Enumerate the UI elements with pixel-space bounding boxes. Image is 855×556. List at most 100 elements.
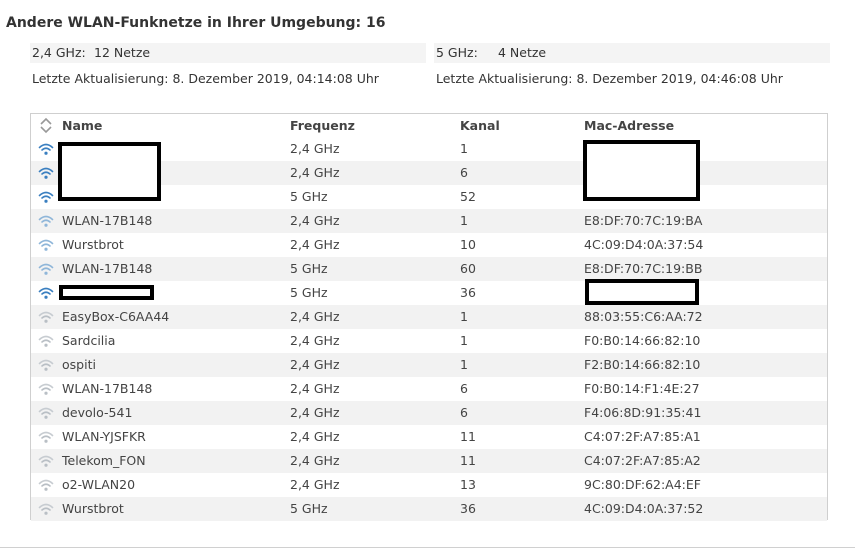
wifi-signal-icon <box>38 335 54 347</box>
redaction-box <box>58 142 161 201</box>
cell-name: WLAN-YJSFKR <box>62 429 146 444</box>
networks-table: Name Frequenz Kanal Mac-Adresse 2,4 GHz 1… <box>30 113 828 521</box>
wifi-signal-icon <box>38 287 54 299</box>
cell-frequency: 2,4 GHz <box>290 141 340 156</box>
table-row[interactable]: WLAN-YJSFKR 2,4 GHz 11 C4:07:2F:A7:85:A1 <box>31 425 827 449</box>
cell-mac: C4:07:2F:A7:85:A1 <box>584 429 701 444</box>
cell-channel: 11 <box>460 429 476 444</box>
band-24-label: 2,4 GHz: <box>32 45 86 60</box>
band-5-updated: Letzte Aktualisierung: 8. Dezember 2019,… <box>436 71 783 86</box>
cell-mac: F4:06:8D:91:35:41 <box>584 405 702 420</box>
cell-channel: 10 <box>460 237 476 252</box>
cell-name: WLAN-17B148 <box>62 213 153 228</box>
cell-mac: F2:B0:14:66:82:10 <box>584 357 701 372</box>
table-row[interactable]: Wurstbrot 2,4 GHz 10 4C:09:D4:0A:37:54 <box>31 233 827 257</box>
cell-frequency: 5 GHz <box>290 501 328 516</box>
cell-channel: 36 <box>460 285 476 300</box>
cell-mac: 88:03:55:C6:AA:72 <box>584 309 703 324</box>
wifi-signal-icon <box>38 383 54 395</box>
cell-frequency: 2,4 GHz <box>290 333 340 348</box>
cell-mac: 9C:80:DF:62:A4:EF <box>584 477 701 492</box>
cell-name: o2-WLAN20 <box>62 477 136 492</box>
cell-mac: F0:B0:14:66:82:10 <box>584 333 701 348</box>
table-row[interactable]: devolo-541 2,4 GHz 6 F4:06:8D:91:35:41 <box>31 401 827 425</box>
column-header-name[interactable]: Name <box>62 114 102 138</box>
cell-channel: 52 <box>460 189 476 204</box>
cell-mac: E8:DF:70:7C:19:BB <box>584 261 703 276</box>
cell-channel: 1 <box>460 141 468 156</box>
summary-5ghz: 5 GHz: 4 Netze Letzte Aktualisierung: 8.… <box>434 43 830 89</box>
cell-channel: 1 <box>460 309 468 324</box>
cell-channel: 1 <box>460 333 468 348</box>
table-row[interactable]: Wurstbrot 5 GHz 36 4C:09:D4:0A:37:52 <box>31 497 827 521</box>
cell-frequency: 2,4 GHz <box>290 429 340 444</box>
cell-frequency: 2,4 GHz <box>290 165 340 180</box>
table-row[interactable]: EasyBox-C6AA44 2,4 GHz 1 88:03:55:C6:AA:72 <box>31 305 827 329</box>
table-row[interactable]: WLAN-17B148 5 GHz 60 E8:DF:70:7C:19:BB <box>31 257 827 281</box>
table-row[interactable]: Telekom_FON 2,4 GHz 11 C4:07:2F:A7:85:A2 <box>31 449 827 473</box>
summary-24ghz: 2,4 GHz: 12 Netze Letzte Aktualisierung:… <box>30 43 426 89</box>
cell-name: ospiti <box>62 357 96 372</box>
wifi-signal-icon <box>38 191 54 203</box>
wifi-signal-icon <box>38 455 54 467</box>
table-row[interactable]: ospiti 2,4 GHz 1 F2:B0:14:66:82:10 <box>31 353 827 377</box>
cell-channel: 1 <box>460 213 468 228</box>
cell-mac: F0:B0:14:F1:4E:27 <box>584 381 700 396</box>
band-24-updated: Letzte Aktualisierung: 8. Dezember 2019,… <box>32 71 379 86</box>
wifi-signal-icon <box>38 263 54 275</box>
cell-name: Sardcilia <box>62 333 116 348</box>
column-header-channel[interactable]: Kanal <box>460 114 500 138</box>
cell-name: Wurstbrot <box>62 237 124 252</box>
cell-channel: 6 <box>460 381 468 396</box>
column-header-mac[interactable]: Mac-Adresse <box>584 114 674 138</box>
cell-name: EasyBox-C6AA44 <box>62 309 170 324</box>
wifi-signal-icon <box>38 215 54 227</box>
wifi-signal-icon <box>38 239 54 251</box>
table-row[interactable]: o2-WLAN20 2,4 GHz 13 9C:80:DF:62:A4:EF <box>31 473 827 497</box>
cell-frequency: 2,4 GHz <box>290 213 340 228</box>
cell-frequency: 2,4 GHz <box>290 381 340 396</box>
cell-mac: 4C:09:D4:0A:37:52 <box>584 501 704 516</box>
footer-divider <box>0 547 855 548</box>
cell-channel: 1 <box>460 357 468 372</box>
cell-frequency: 2,4 GHz <box>290 357 340 372</box>
column-header-frequency[interactable]: Frequenz <box>290 114 355 138</box>
cell-name: Telekom_FON <box>62 453 146 468</box>
cell-name: devolo-541 <box>62 405 133 420</box>
cell-channel: 36 <box>460 501 476 516</box>
table-row[interactable]: WLAN-17B148 2,4 GHz 1 E8:DF:70:7C:19:BA <box>31 209 827 233</box>
wifi-signal-icon <box>38 359 54 371</box>
redaction-box <box>59 285 154 300</box>
cell-name: WLAN-17B148 <box>62 261 153 276</box>
cell-channel: 11 <box>460 453 476 468</box>
page-title: Andere WLAN-Funknetze in Ihrer Umgebung:… <box>6 15 386 31</box>
cell-frequency: 2,4 GHz <box>290 237 340 252</box>
cell-frequency: 2,4 GHz <box>290 309 340 324</box>
band-5-count: 4 Netze <box>498 45 547 60</box>
wifi-signal-icon <box>38 167 54 179</box>
band-24-count: 12 Netze <box>94 45 151 60</box>
redaction-box <box>585 279 699 305</box>
cell-frequency: 2,4 GHz <box>290 477 340 492</box>
cell-mac: 4C:09:D4:0A:37:54 <box>584 237 704 252</box>
cell-frequency: 5 GHz <box>290 189 328 204</box>
wifi-signal-icon <box>38 503 54 515</box>
sort-icon[interactable] <box>40 117 52 134</box>
cell-mac: E8:DF:70:7C:19:BA <box>584 213 703 228</box>
cell-frequency: 2,4 GHz <box>290 453 340 468</box>
cell-frequency: 5 GHz <box>290 261 328 276</box>
wifi-signal-icon <box>38 143 54 155</box>
redaction-box <box>583 140 700 201</box>
table-row[interactable]: WLAN-17B148 2,4 GHz 6 F0:B0:14:F1:4E:27 <box>31 377 827 401</box>
wifi-signal-icon <box>38 479 54 491</box>
cell-frequency: 5 GHz <box>290 285 328 300</box>
cell-mac: C4:07:2F:A7:85:A2 <box>584 453 701 468</box>
cell-channel: 13 <box>460 477 476 492</box>
table-header: Name Frequenz Kanal Mac-Adresse <box>31 114 827 137</box>
cell-channel: 60 <box>460 261 476 276</box>
table-row[interactable]: Sardcilia 2,4 GHz 1 F0:B0:14:66:82:10 <box>31 329 827 353</box>
wifi-signal-icon <box>38 311 54 323</box>
band-5-label: 5 GHz: <box>436 45 478 60</box>
cell-frequency: 2,4 GHz <box>290 405 340 420</box>
wifi-signal-icon <box>38 407 54 419</box>
